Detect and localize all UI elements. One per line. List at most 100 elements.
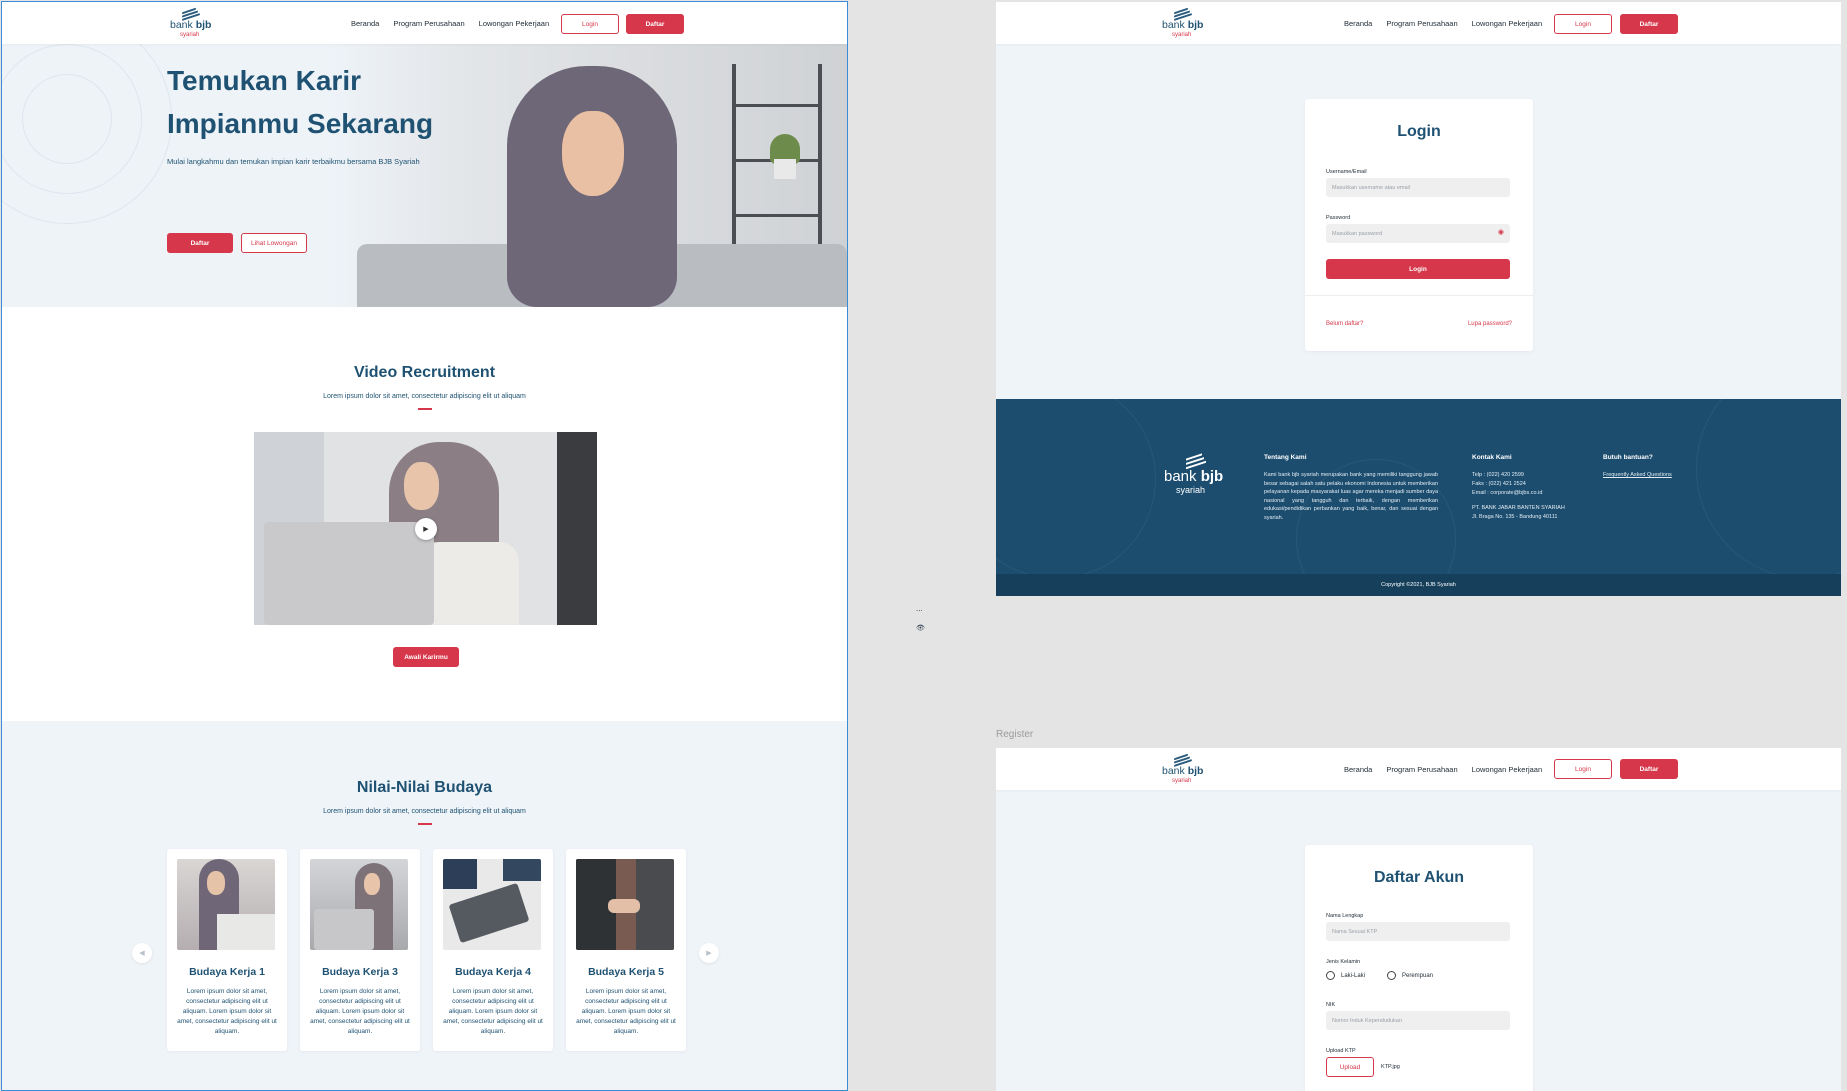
laptop-image [264, 522, 434, 625]
about-text: Kami bank bjb syariah merupakan bank yan… [1264, 472, 1438, 521]
culture-card-text: Lorem ipsum dolor sit amet, consectetur … [177, 988, 277, 1035]
login-page-frame: bank bjb syariah Beranda Program Perusah… [996, 2, 1841, 596]
culture-card[interactable]: Budaya Kerja 5 Lorem ipsum dolor sit ame… [566, 849, 686, 1051]
culture-card-title: Budaya Kerja 1 [189, 966, 265, 978]
full-name-label: Nama Lengkap [1326, 913, 1364, 919]
nav-item-lowongan-pekerjaan[interactable]: Lowongan Pekerjaan [1472, 19, 1542, 28]
nav-item-program-perusahaan[interactable]: Program Perusahaan [1386, 765, 1457, 774]
culture-card-image [443, 859, 541, 950]
chevron-right-icon[interactable]: ▶ [699, 943, 719, 963]
logo-text-bjb: bjb [1187, 765, 1204, 777]
upload-ktp-button[interactable]: Upload [1326, 1057, 1374, 1077]
register-title: Daftar Akun [1373, 869, 1465, 886]
company-address: Jl. Braga No. 135 - Bandung 40111 [1472, 514, 1558, 520]
start-career-button[interactable]: Awali Karirmu [393, 647, 459, 667]
culture-card-image [576, 859, 674, 950]
password-label: Password [1326, 215, 1351, 221]
nav-menu: Beranda Program Perusahaan Lowongan Peke… [1344, 19, 1542, 28]
footer: bank bjb syariah Tentang Kami Kami bank … [996, 399, 1841, 574]
eye-icon[interactable]: ◉ [1498, 228, 1504, 236]
nav-item-beranda[interactable]: Beranda [351, 19, 379, 28]
logo-text-bank: bank [1162, 765, 1185, 777]
login-card: Login Username/Email Masukkan username a… [1305, 99, 1533, 351]
hero-person-image [502, 66, 682, 307]
ellipsis-text: ... [916, 604, 923, 613]
hero-register-button[interactable]: Daftar [167, 233, 233, 253]
culture-card-title: Budaya Kerja 3 [322, 966, 398, 978]
contact-title: Kontak Kami [1472, 454, 1512, 461]
register-card: Daftar Akun Nama Lengkap Nama Sesuai KTP… [1305, 845, 1533, 1091]
gender-female-label: Perempuan [1402, 973, 1434, 979]
login-submit-button[interactable]: Login [1326, 259, 1510, 279]
nav-menu: Beranda Program Perusahaan Lowongan Peke… [1344, 765, 1542, 774]
register-link[interactable]: Belum daftar? [1326, 321, 1363, 327]
footer-logo: bank bjb syariah [1164, 453, 1228, 496]
logo-mark-icon [1174, 7, 1192, 21]
nav-item-beranda[interactable]: Beranda [1344, 19, 1372, 28]
eye-icon: 👁 [916, 625, 925, 632]
logo-mark-icon [1186, 453, 1206, 470]
help-title: Butuh bantuan? [1603, 454, 1653, 461]
register-button[interactable]: Daftar [1620, 14, 1678, 34]
forgot-password-link[interactable]: Lupa password? [1468, 321, 1512, 327]
home-page-frame: bank bjb syariah Beranda Program Perusah… [1, 1, 848, 1091]
register-button[interactable]: Daftar [626, 14, 684, 34]
username-input[interactable]: Masukkan username atau email [1326, 178, 1510, 197]
section-underline [418, 408, 432, 410]
password-placeholder: Masukkan password [1332, 230, 1383, 237]
faq-link[interactable]: Frequently Asked Questions [1603, 471, 1672, 480]
culture-card[interactable]: Budaya Kerja 1 Lorem ipsum dolor sit ame… [167, 849, 287, 1051]
full-name-input[interactable]: Nama Sesuai KTP [1326, 922, 1510, 941]
register-page-frame: bank bjb syariah Beranda Program Perusah… [996, 748, 1841, 1091]
register-frame-caption: Register [996, 729, 1034, 740]
nav-item-lowongan-pekerjaan[interactable]: Lowongan Pekerjaan [479, 19, 549, 28]
culture-card-title: Budaya Kerja 5 [588, 966, 664, 978]
culture-card[interactable]: Budaya Kerja 4 Lorem ipsum dolor sit ame… [433, 849, 553, 1051]
contact-phone: Telp : (022) 420 2599 [1472, 472, 1524, 478]
logo-text-syariah: syariah [1172, 778, 1192, 784]
login-button[interactable]: Login [1554, 759, 1612, 779]
bjb-logo[interactable]: bank bjb syariah [1162, 7, 1206, 40]
culture-card-image [310, 859, 408, 950]
gender-label: Jenis Kelamin [1326, 959, 1361, 965]
nav-item-program-perusahaan[interactable]: Program Perusahaan [1386, 19, 1457, 28]
chevron-left-icon[interactable]: ◀ [132, 943, 152, 963]
logo-text-bjb: bjb [1187, 19, 1204, 31]
logo-text-bjb: bjb [195, 19, 212, 31]
video-section-title: Video Recruitment [353, 364, 496, 381]
logo-text-syariah: syariah [180, 32, 200, 38]
gender-male-label: Laki-Laki [1341, 973, 1366, 979]
logo-mark-icon [1174, 753, 1192, 767]
password-input[interactable]: Masukkan password ◉ [1326, 224, 1510, 243]
nik-input[interactable]: Nomor Induk Kependudukan [1326, 1011, 1510, 1030]
divider [1305, 295, 1533, 296]
login-title: Login [1397, 123, 1441, 140]
culture-card-text: Lorem ipsum dolor sit amet, consectetur … [310, 988, 410, 1035]
contact-fax: Faks : (022) 421 2524 [1472, 481, 1526, 487]
play-icon[interactable]: ▶ [415, 518, 437, 540]
ktp-label: Upload KTP [1326, 1048, 1356, 1054]
register-button[interactable]: Daftar [1620, 759, 1678, 779]
navbar: bank bjb syariah Beranda Program Perusah… [996, 748, 1841, 790]
recruitment-video[interactable]: ▶ [254, 432, 597, 625]
culture-card[interactable]: Budaya Kerja 3 Lorem ipsum dolor sit ame… [300, 849, 420, 1051]
culture-section-title: Nilai-Nilai Budaya [356, 779, 493, 796]
hero-title: Temukan Karir Impianmu Sekarang [167, 65, 434, 139]
nav-item-program-perusahaan[interactable]: Program Perusahaan [393, 19, 464, 28]
nav-item-lowongan-pekerjaan[interactable]: Lowongan Pekerjaan [1472, 765, 1542, 774]
view-jobs-button[interactable]: Lihat Lowongan [241, 233, 307, 253]
gender-female-radio[interactable] [1387, 971, 1396, 980]
bjb-logo[interactable]: bank bjb syariah [1162, 753, 1206, 786]
nav-item-beranda[interactable]: Beranda [1344, 765, 1372, 774]
culture-section [2, 721, 847, 1090]
bjb-logo[interactable]: bank bjb syariah [170, 7, 214, 40]
login-button[interactable]: Login [561, 14, 619, 34]
login-button[interactable]: Login [1554, 14, 1612, 34]
nav-menu: Beranda Program Perusahaan Lowongan Peke… [351, 19, 549, 28]
navbar: bank bjb syariah Beranda Program Perusah… [996, 2, 1841, 44]
section-underline [418, 823, 432, 825]
logo-text-bank: bank [170, 19, 193, 31]
navbar: bank bjb syariah Beranda Program Perusah… [2, 2, 847, 44]
gender-male-radio[interactable] [1326, 971, 1335, 980]
nik-label: NIK [1326, 1002, 1336, 1008]
